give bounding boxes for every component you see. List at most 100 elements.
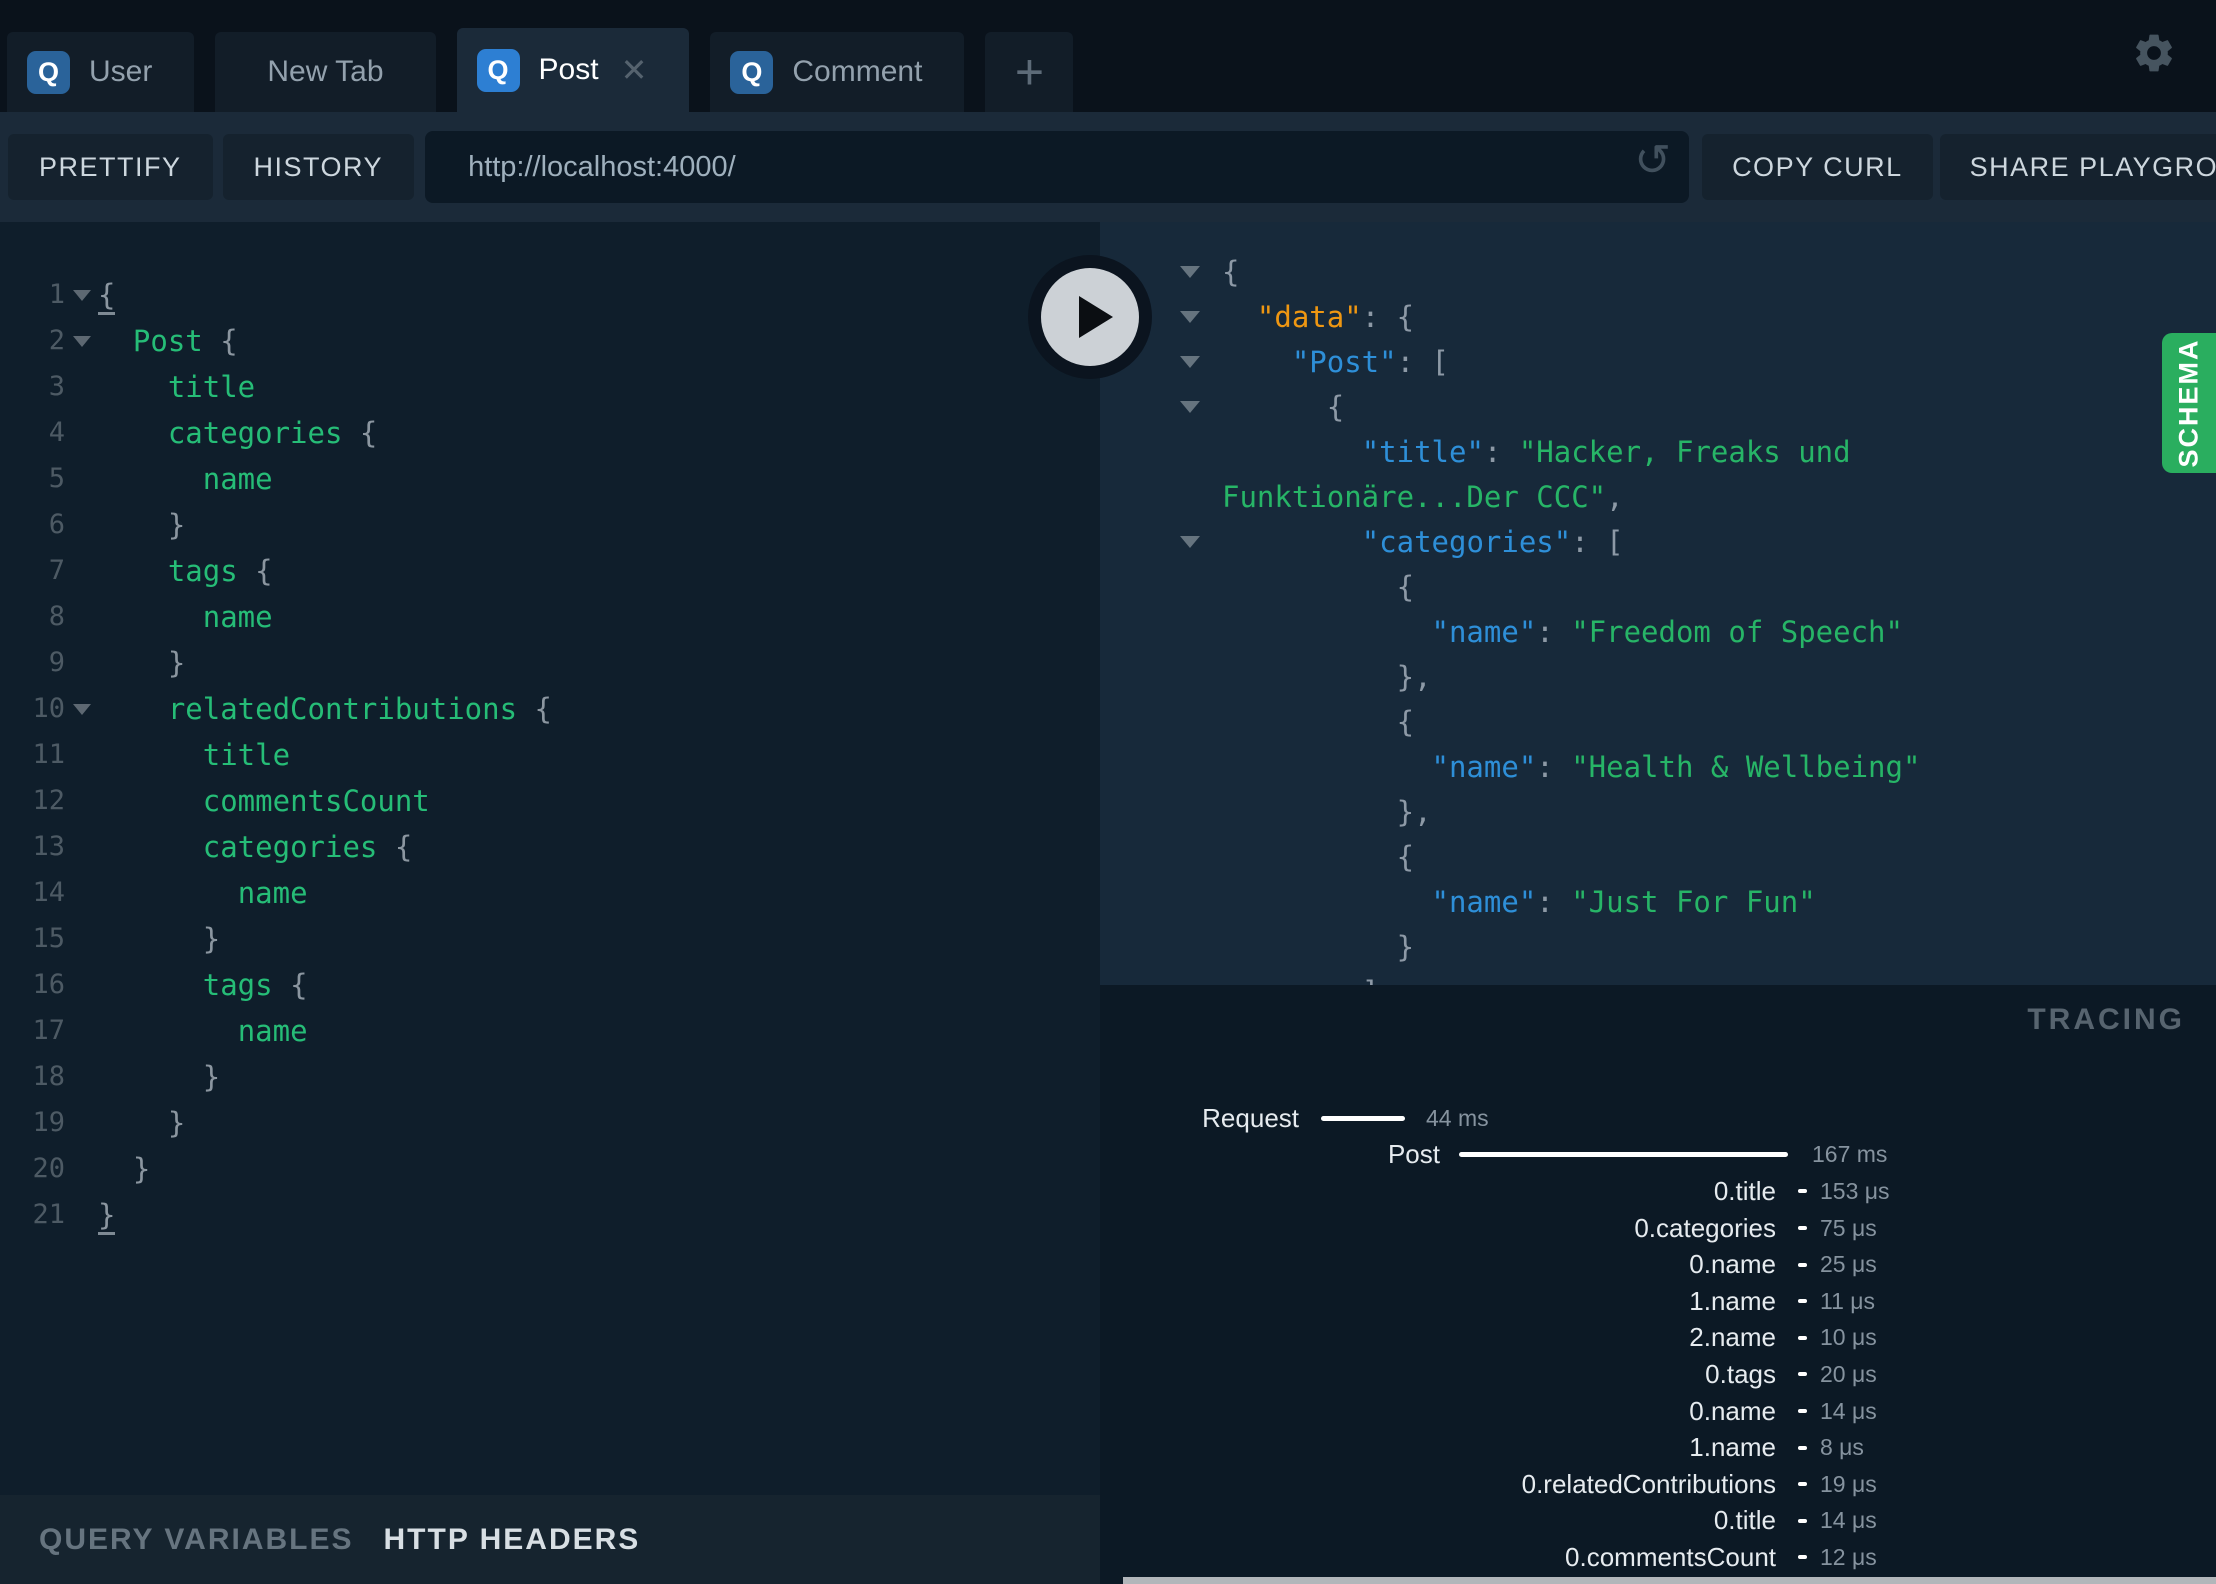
gutter-spacer	[65, 824, 98, 870]
line-number: 3	[48, 371, 65, 402]
endpoint-url-bar: ↺	[425, 131, 1690, 203]
trace-bar	[1798, 1189, 1807, 1194]
trace-row: Request 44 ms	[1100, 1100, 2216, 1137]
code-line: 13 categories {	[0, 824, 1100, 870]
fold-arrow-icon[interactable]	[1100, 385, 1222, 430]
code-line: }	[1100, 925, 2216, 970]
schema-side-tab-label: SCHEMA	[2173, 338, 2204, 468]
trace-label: 2.name	[1689, 1322, 1776, 1353]
tab-post[interactable]: Q Post ✕	[456, 28, 690, 112]
code-line: },	[1100, 790, 2216, 835]
response-pane[interactable]: { "data": { "Post": [ { "title": "Hacker…	[1100, 222, 2216, 985]
trace-label: 0.name	[1689, 1249, 1776, 1280]
response-json: { "data": { "Post": [ { "title": "Hacker…	[1100, 222, 2216, 985]
trace-label: 1.name	[1689, 1432, 1776, 1463]
gutter-spacer	[1100, 745, 1222, 790]
gutter-spacer	[1100, 655, 1222, 700]
gutter-spacer	[65, 502, 98, 548]
query-variables-tab[interactable]: QUERY VARIABLES	[39, 1523, 354, 1557]
gutter-spacer	[1100, 700, 1222, 745]
code-text: {	[1396, 705, 1415, 739]
query-badge: Q	[730, 50, 774, 94]
trace-label: 0.title	[1713, 1505, 1776, 1536]
copy-curl-button[interactable]: COPY CURL	[1702, 134, 1933, 200]
fold-arrow-icon[interactable]	[65, 686, 98, 732]
tab-comment[interactable]: Q Comment	[710, 32, 965, 112]
execute-button[interactable]	[1028, 255, 1152, 379]
code-text: categories {	[202, 830, 413, 864]
trace-time: 44 ms	[1426, 1104, 1489, 1131]
code-line: {	[1100, 565, 2216, 610]
line-number: 16	[32, 969, 65, 1000]
gutter-spacer	[65, 1100, 98, 1146]
code-line: 21}	[0, 1192, 1100, 1238]
line-number: 4	[48, 417, 65, 448]
trace-label: Post	[1387, 1139, 1440, 1170]
tab-user[interactable]: Q User	[7, 32, 195, 112]
tracing-panel: TRACING Request 44 ms Post 167 ms 0.title 153…	[1100, 985, 2216, 1584]
trace-label: 0.commentsCount	[1565, 1541, 1776, 1572]
fold-arrow-icon[interactable]	[1100, 520, 1222, 565]
history-button[interactable]: HISTORY	[222, 134, 415, 200]
endpoint-url-input[interactable]	[425, 149, 1601, 185]
trace-bar	[1798, 1482, 1807, 1487]
line-number: 8	[48, 601, 65, 632]
trace-label: 0.title	[1713, 1175, 1776, 1206]
trace-label: 1.name	[1689, 1285, 1776, 1316]
tab-new-tab[interactable]: New Tab	[215, 32, 436, 112]
line-number: 2	[48, 325, 65, 356]
code-line: },	[1100, 655, 2216, 700]
code-line: 16 tags {	[0, 962, 1100, 1008]
horizontal-scrollbar[interactable]	[1123, 1577, 2216, 1584]
gutter-spacer	[65, 1054, 98, 1100]
share-playground-button[interactable]: SHARE PLAYGROUND	[1939, 134, 2216, 200]
gutter-spacer	[1100, 430, 1222, 475]
fold-arrow-icon[interactable]	[65, 272, 98, 318]
schema-side-tab[interactable]: SCHEMA	[2162, 333, 2216, 473]
query-editor-pane[interactable]: 1{2 Post {3 title 4 categories {5 name 6 }…	[0, 222, 1100, 1584]
reload-icon[interactable]: ↺	[1634, 139, 1671, 183]
gutter-spacer	[65, 456, 98, 502]
gutter-spacer	[65, 594, 98, 640]
close-icon[interactable]: ✕	[621, 54, 648, 86]
code-line: {	[1100, 835, 2216, 880]
code-line: 1{	[0, 272, 1100, 318]
code-text: {	[1396, 840, 1415, 874]
line-number: 13	[32, 831, 65, 862]
code-line: "title": "Hacker, Freaks und	[1100, 430, 2216, 475]
fold-arrow-icon[interactable]	[65, 318, 98, 364]
tab-label: Comment	[792, 55, 923, 88]
code-line: 17 name	[0, 1008, 1100, 1054]
code-line: "name": "Just For Fun"	[1100, 880, 2216, 925]
trace-bar	[1798, 1335, 1807, 1340]
settings-gear-icon[interactable]	[2131, 30, 2177, 76]
code-text: name	[237, 1014, 308, 1048]
trace-label: 0.tags	[1705, 1358, 1776, 1389]
prettify-button[interactable]: PRETTIFY	[8, 134, 213, 200]
gutter-spacer	[65, 778, 98, 824]
trace-row: 0.relatedContributions 19 μs	[1100, 1466, 2216, 1503]
trace-bar	[1798, 1409, 1807, 1414]
query-badge: Q	[476, 48, 520, 92]
trace-row: Post 167 ms	[1100, 1137, 2216, 1174]
trace-label: 0.categories	[1634, 1212, 1776, 1243]
line-number: 18	[32, 1061, 65, 1092]
query-editor-code: 1{2 Post {3 title 4 categories {5 name 6 }…	[0, 222, 1100, 1238]
code-text: {	[98, 272, 116, 318]
trace-bar	[1321, 1115, 1405, 1121]
code-line: "data": {	[1100, 295, 2216, 340]
trace-row: 0.commentsCount 12 μs	[1100, 1539, 2216, 1576]
gutter-spacer	[1100, 475, 1222, 520]
trace-time: 75 μs	[1820, 1214, 1877, 1241]
code-line: 5 name	[0, 456, 1100, 502]
code-line: 11 title	[0, 732, 1100, 778]
trace-rows: Request 44 ms Post 167 ms 0.title 153 μs 0.cat…	[1100, 1100, 2216, 1584]
add-tab-button[interactable]: +	[985, 32, 1074, 112]
code-text: tags {	[202, 968, 308, 1002]
code-line: ]	[1100, 970, 2216, 985]
trace-row: 1.name 11 μs	[1100, 1283, 2216, 1320]
code-line: 19 }	[0, 1100, 1100, 1146]
tab-label: Post	[538, 53, 599, 86]
trace-row: 0.tags 20 μs	[1100, 1356, 2216, 1393]
http-headers-tab[interactable]: HTTP HEADERS	[384, 1523, 641, 1557]
